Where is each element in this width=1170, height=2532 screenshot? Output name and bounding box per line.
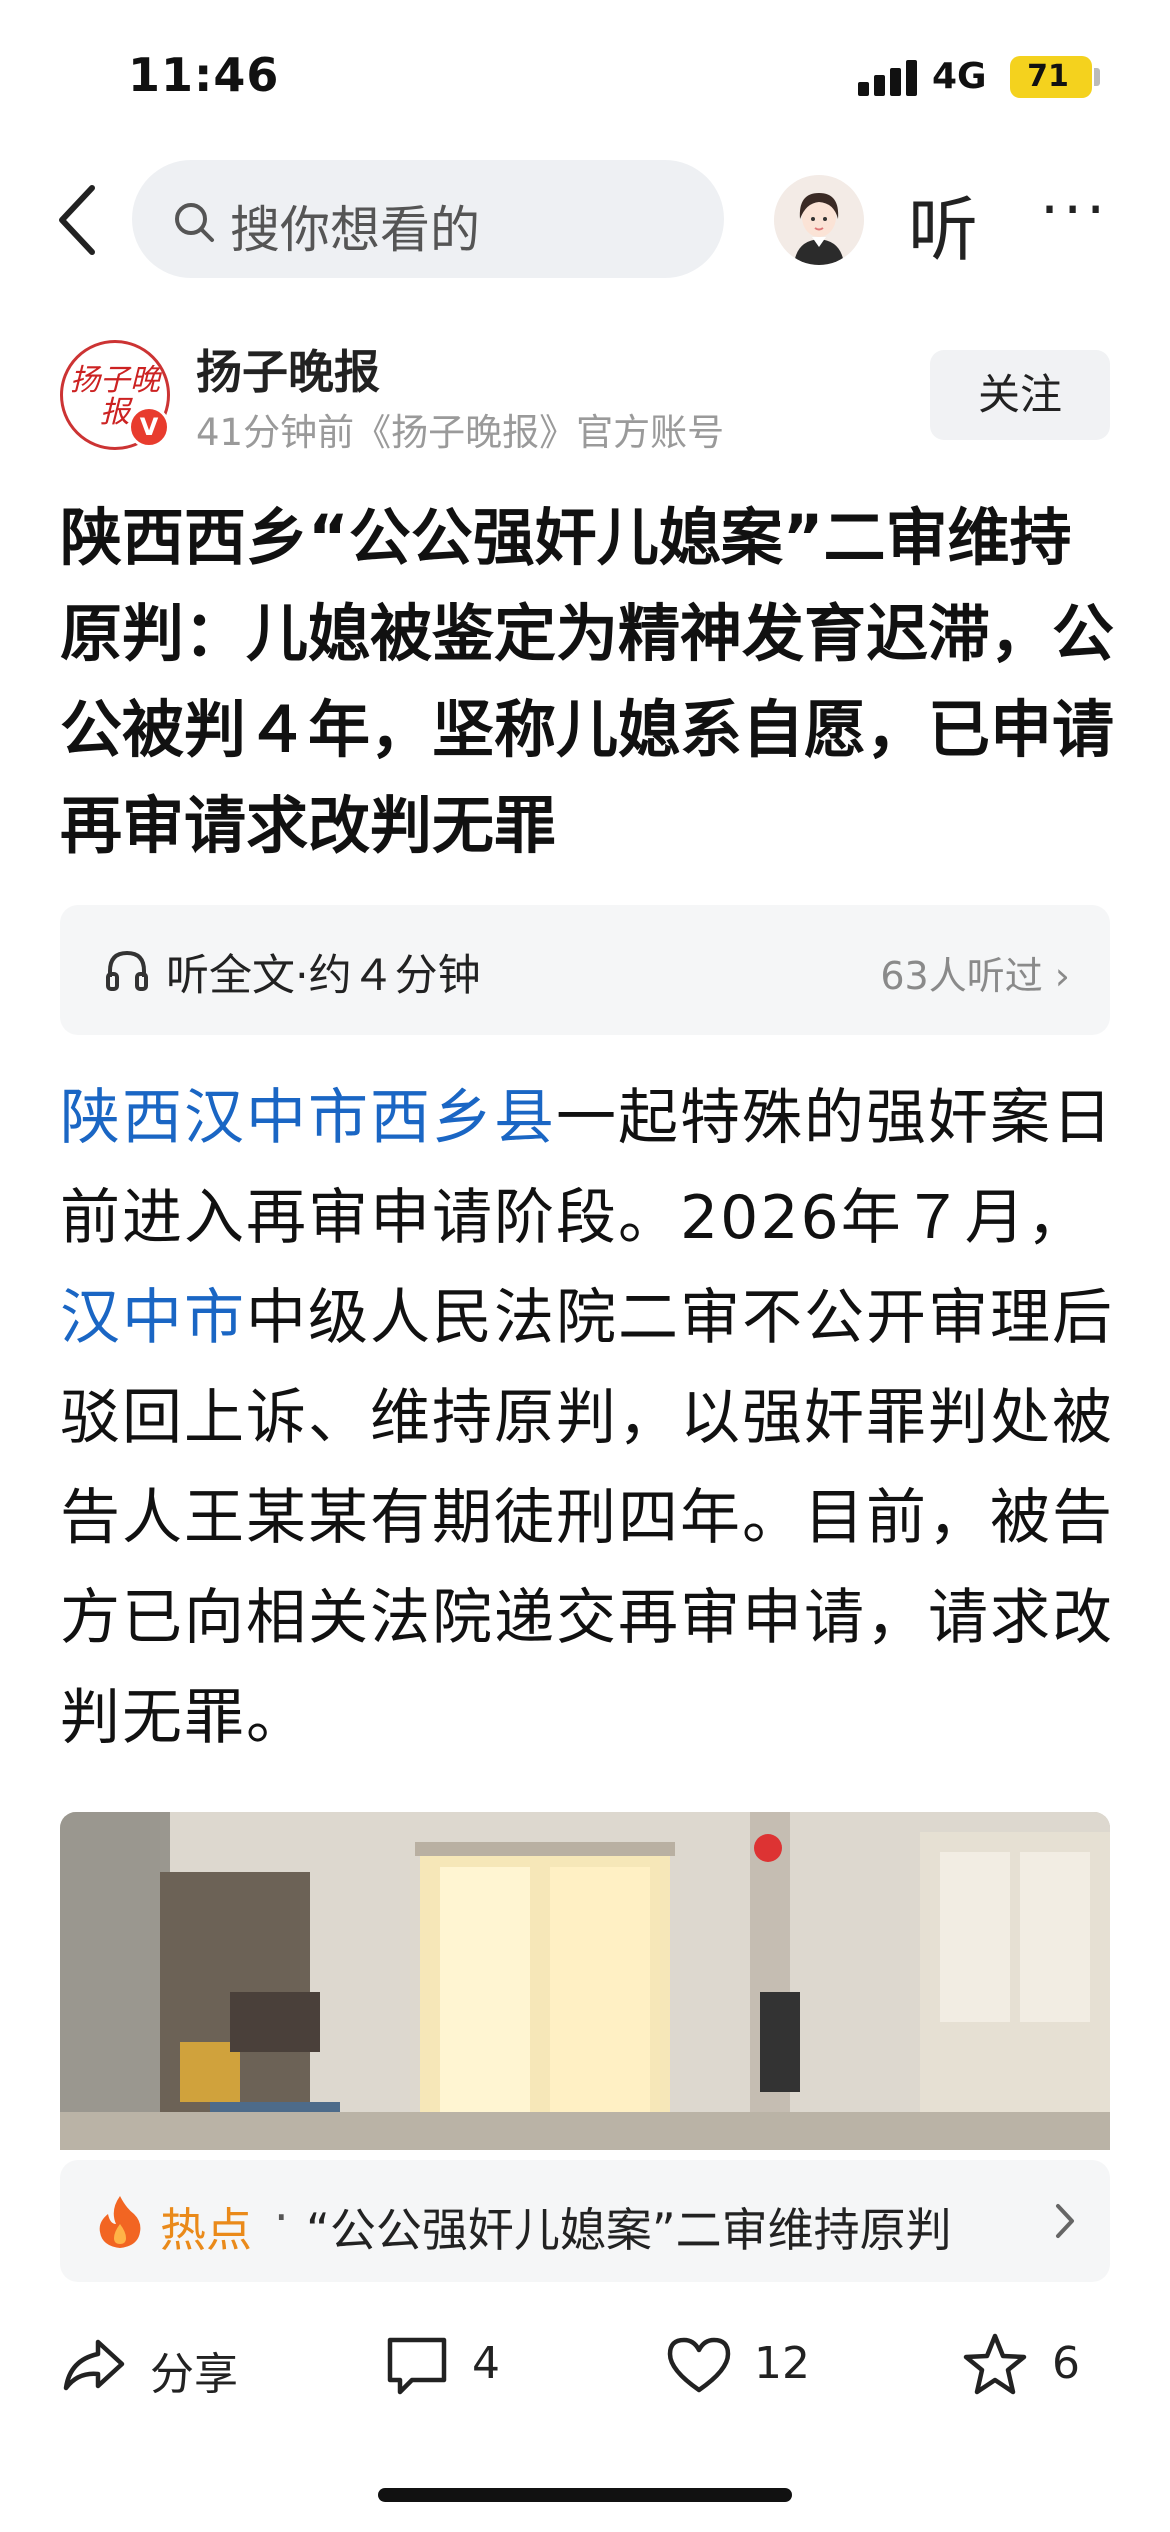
article-body: 陕西汉中市西乡县一起特殊的强奸案日前进入再审申请阶段。2026年７月，汉中市中级… <box>60 1068 1120 1768</box>
comment-button[interactable]: 4 <box>382 2330 542 2400</box>
article-title: 陕西西乡“公公强奸儿媳案”二审维持原判：儿媳被鉴定为精神发育迟滞，公公被判４年，… <box>60 501 1115 862</box>
search-input[interactable]: 搜你想看的 <box>132 160 724 278</box>
favorite-button[interactable]: 6 <box>960 2330 1110 2400</box>
author-meta: 41分钟前《扬子晚报》官方账号 <box>196 411 725 454</box>
action-bar: 分享 4 12 6 <box>0 2300 1170 2430</box>
share-button[interactable]: 分享 <box>60 2330 260 2400</box>
network-type: 4G <box>932 56 987 97</box>
chevron-left-icon <box>59 185 95 255</box>
battery-level: 71 <box>1027 59 1069 94</box>
battery-icon: 71 <box>1010 56 1092 98</box>
search-icon <box>175 203 214 242</box>
listen-button[interactable]: 听 <box>908 174 978 275</box>
more-button[interactable]: ··· <box>1040 180 1109 240</box>
headphone-icon <box>106 950 148 991</box>
favorite-count: 6 <box>1052 2338 1080 2389</box>
like-button[interactable]: 12 <box>664 2330 834 2400</box>
avatar-image <box>774 175 864 265</box>
listen-full-label: 听全文·约４分钟 <box>166 951 481 1001</box>
body-text-2: 中级人民法院二审不公开审理后驳回上诉、维持原判，以强奸罪判处被告人王某某有期徒刑… <box>60 1283 1114 1753</box>
chevron-right-icon <box>1056 2204 1074 2238</box>
signal-icon <box>858 60 918 96</box>
home-indicator[interactable] <box>378 2488 792 2502</box>
star-icon <box>963 2333 1027 2395</box>
back-button[interactable] <box>50 180 110 260</box>
search-placeholder: 搜你想看的 <box>230 201 480 259</box>
hot-title: “公公强奸儿媳案”二审维持原判 <box>306 2203 952 2257</box>
hot-separator: · <box>274 2190 289 2244</box>
link-city[interactable]: 汉中市 <box>60 1283 246 1353</box>
room-photo <box>60 1812 1110 2150</box>
author-row: 扬子晚报 V 扬子晚报 41分钟前《扬子晚报》官方账号 关注 <box>0 330 1170 460</box>
author-name[interactable]: 扬子晚报 <box>196 336 380 402</box>
fire-icon <box>99 2196 141 2248</box>
user-avatar[interactable] <box>774 175 864 265</box>
verified-badge: V <box>128 406 170 448</box>
listen-full-article-bar[interactable]: 听全文·约４分钟 63人听过 › <box>60 905 1110 1035</box>
listen-count: 63人听过 › <box>880 954 1070 998</box>
article-image[interactable] <box>60 1812 1110 2150</box>
status-time: 11:46 <box>128 48 280 102</box>
heart-icon <box>667 2337 731 2393</box>
link-location[interactable]: 陕西汉中市西乡县 <box>60 1083 556 1153</box>
status-bar: 11:46 4G 71 <box>0 0 1170 150</box>
like-count: 12 <box>754 2338 810 2389</box>
comment-count: 4 <box>472 2338 500 2389</box>
top-nav: 搜你想看的 听 ··· <box>0 150 1170 290</box>
hot-topic-bar[interactable]: 热点 · “公公强奸儿媳案”二审维持原判 <box>60 2160 1110 2282</box>
share-label: 分享 <box>150 2349 238 2400</box>
hot-label: 热点 <box>160 2203 252 2257</box>
comment-icon <box>387 2337 447 2395</box>
follow-button[interactable]: 关注 <box>930 350 1110 440</box>
battery-cap <box>1094 68 1100 86</box>
share-icon <box>63 2339 125 2391</box>
